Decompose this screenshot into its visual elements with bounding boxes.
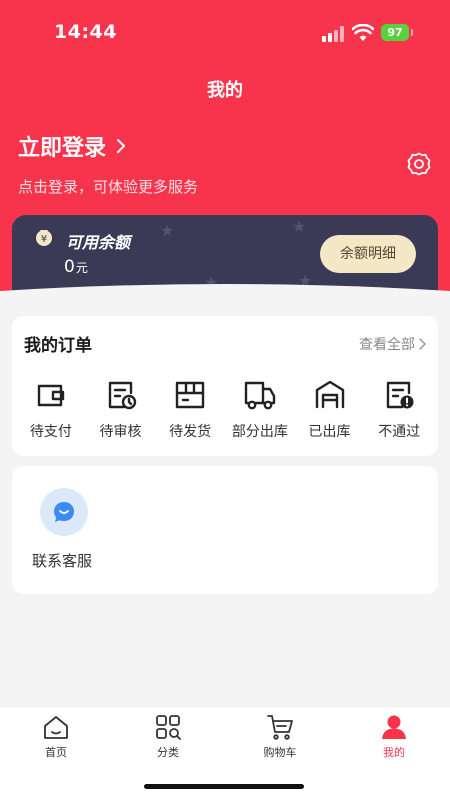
chevron-right-icon xyxy=(117,139,126,153)
status-time: 14:44 xyxy=(54,21,117,43)
package-icon xyxy=(175,381,205,409)
wallet-icon xyxy=(37,384,65,407)
balance-detail-button[interactable]: 余额明细 xyxy=(320,235,416,273)
user-icon xyxy=(382,715,406,739)
orders-card: 我的订单 查看全部 待支付 待审核 待发货 部分出库 已出库 不通过 xyxy=(12,316,438,456)
order-status-row: 待支付 待审核 待发货 部分出库 已出库 不通过 xyxy=(12,378,438,441)
orders-title: 我的订单 xyxy=(24,336,92,356)
settings-gear-icon[interactable] xyxy=(406,151,432,177)
warehouse-icon xyxy=(315,380,344,409)
order-status-awaiting-shipment[interactable]: 待发货 xyxy=(155,378,225,441)
login-link[interactable]: 立即登录 xyxy=(18,130,126,162)
document-alert-icon xyxy=(386,381,414,409)
tab-label: 首页 xyxy=(45,746,67,759)
balance-amount-value: 0 xyxy=(64,257,75,277)
order-status-partially-shipped[interactable]: 部分出库 xyxy=(225,378,295,441)
view-all-label: 查看全部 xyxy=(359,337,415,353)
chevron-right-icon xyxy=(419,338,426,350)
truck-icon xyxy=(244,381,276,410)
star-decoration: ★ xyxy=(292,217,307,236)
header-wave-divider xyxy=(0,284,450,307)
home-indicator xyxy=(144,784,304,789)
category-icon xyxy=(156,715,181,740)
tab-label: 购物车 xyxy=(263,746,297,759)
cellular-signal-icon xyxy=(322,26,344,42)
customer-service-button[interactable] xyxy=(40,488,88,536)
balance-unit: 元 xyxy=(75,261,88,275)
order-status-rejected[interactable]: 不通过 xyxy=(364,378,434,441)
battery-indicator: 97 xyxy=(381,24,413,41)
tab-mine[interactable]: 我的 xyxy=(354,713,434,760)
order-status-label: 待审核 xyxy=(99,424,142,440)
cart-icon xyxy=(267,715,293,740)
login-subtitle[interactable]: 点击登录，可体验更多服务 xyxy=(18,176,198,197)
order-status-label: 待支付 xyxy=(29,424,72,440)
tab-label: 分类 xyxy=(157,746,179,759)
order-status-under-review[interactable]: 待审核 xyxy=(86,378,156,441)
order-status-shipped[interactable]: 已出库 xyxy=(295,378,365,441)
chat-bubble-icon xyxy=(54,502,74,522)
tab-cart[interactable]: 购物车 xyxy=(240,713,320,760)
status-bar: 14:44 97 xyxy=(0,0,450,60)
order-status-label: 待发货 xyxy=(169,424,212,440)
home-icon xyxy=(44,716,68,739)
tab-category[interactable]: 分类 xyxy=(128,713,208,760)
services-card: 联系客服 xyxy=(12,466,438,594)
tab-label: 我的 xyxy=(383,746,405,759)
document-clock-icon xyxy=(108,381,136,410)
balance-label: 可用余额 xyxy=(66,233,131,252)
order-status-label: 已出库 xyxy=(308,424,351,440)
balance-amount: 0元 xyxy=(64,257,88,277)
order-status-label: 部分出库 xyxy=(231,424,288,440)
money-bag-icon: ¥ xyxy=(36,230,52,246)
svg-text:¥: ¥ xyxy=(41,234,47,245)
view-all-orders-link[interactable]: 查看全部 xyxy=(359,334,426,354)
order-status-label: 不通过 xyxy=(378,424,421,440)
star-decoration: ★ xyxy=(160,221,175,240)
login-title: 立即登录 xyxy=(18,136,107,161)
order-status-pending-payment[interactable]: 待支付 xyxy=(16,378,86,441)
tab-home[interactable]: 首页 xyxy=(16,713,96,760)
customer-service-label[interactable]: 联系客服 xyxy=(32,550,92,571)
page-title: 我的 xyxy=(207,80,243,101)
wifi-icon xyxy=(352,24,374,41)
